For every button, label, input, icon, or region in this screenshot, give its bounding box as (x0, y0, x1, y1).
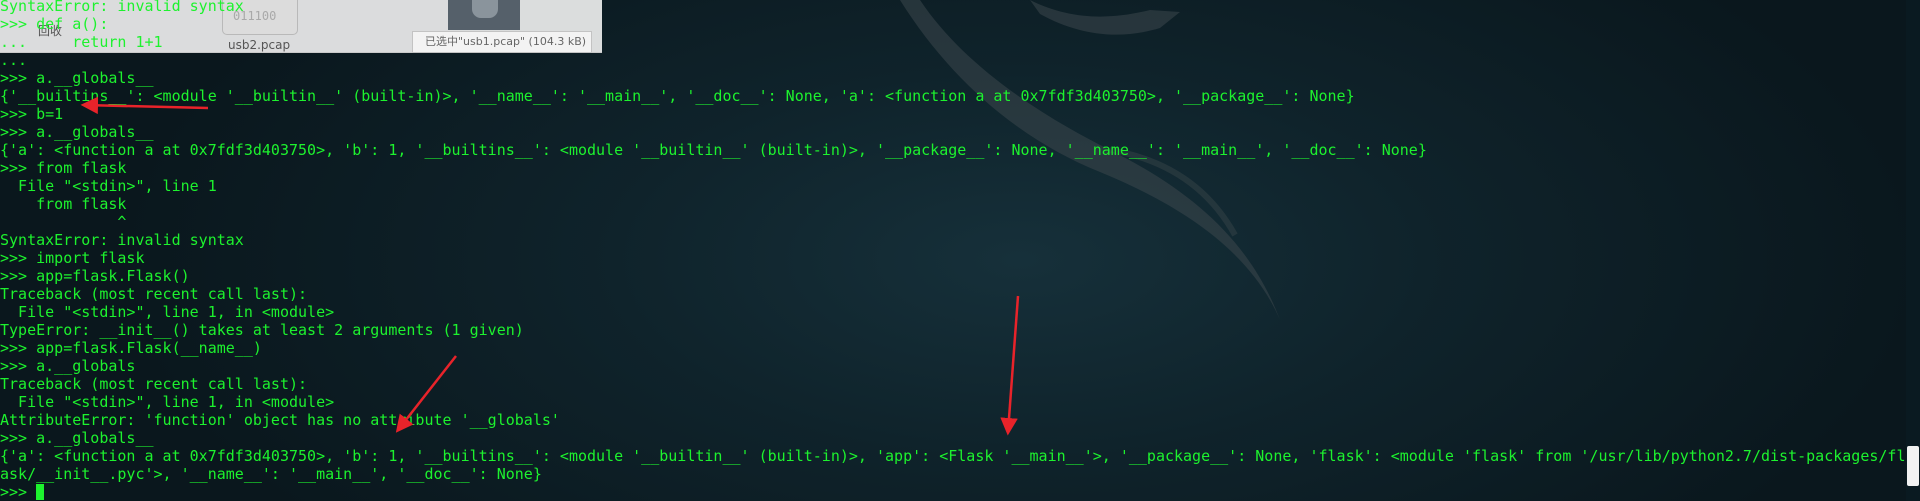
annotation-arrow-b1 (80, 96, 209, 115)
desktop-screen: 011100 回收 usb2.pcap 已选中"usb1.pcap" (104.… (0, 0, 1920, 501)
terminal-scrollbar[interactable] (1906, 0, 1920, 501)
scrollbar-thumb[interactable] (1907, 446, 1919, 486)
annotation-arrows (80, 96, 1020, 436)
annotation-arrow-b-value (395, 355, 457, 433)
annotation-arrow-app (1000, 295, 1020, 436)
